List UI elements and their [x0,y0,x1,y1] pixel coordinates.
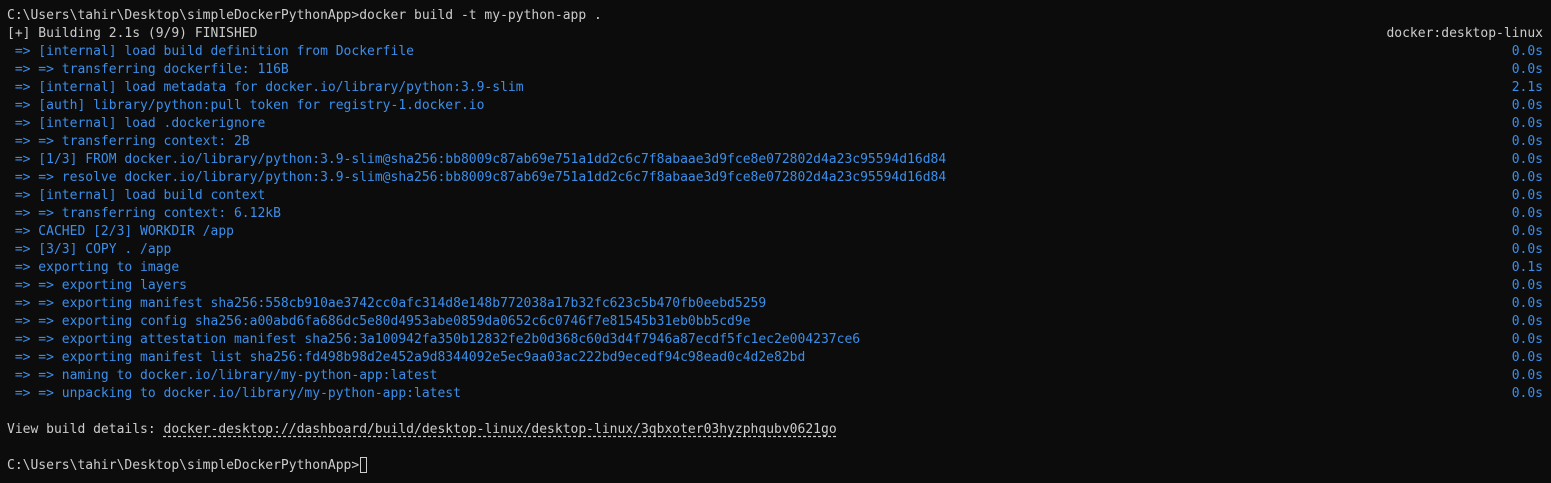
build-step-text: => [3/3] COPY . /app [7,242,172,257]
build-step-row: => => transferring context: 2B 0.0s [7,133,1543,151]
build-step-time: 0.0s [1511,98,1543,113]
build-step-text: => => exporting config sha256:a00abd6fa6… [7,314,751,329]
build-step-row: => [internal] load .dockerignore 0.0s [7,115,1543,133]
build-step-text: => CACHED [2/3] WORKDIR /app [7,224,234,239]
build-step-time: 0.0s [1511,350,1543,365]
build-step-text: => => transferring dockerfile: 116B [7,62,289,77]
build-step-text: => [1/3] FROM docker.io/library/python:3… [7,152,947,167]
build-step-time: 0.0s [1511,332,1543,347]
final-prompt-line[interactable]: C:\Users\tahir\Desktop\simpleDockerPytho… [7,457,1543,475]
text-cursor [360,457,368,473]
command-line: C:\Users\tahir\Desktop\simpleDockerPytho… [7,7,1543,25]
build-step-text: => => unpacking to docker.io/library/my-… [7,386,461,401]
build-step-time: 0.0s [1511,44,1543,59]
build-status: [+] Building 2.1s (9/9) FINISHED [7,26,258,41]
build-details-line: View build details: docker-desktop://das… [7,421,1543,439]
build-step-row: => [internal] load build definition from… [7,43,1543,61]
build-step-row: => [auth] library/python:pull token for … [7,97,1543,115]
prompt-text: C:\Users\tahir\Desktop\simpleDockerPytho… [7,8,360,23]
build-step-time: 0.0s [1511,368,1543,383]
build-step-row: => => exporting manifest sha256:558cb910… [7,295,1543,313]
build-step-row: => CACHED [2/3] WORKDIR /app 0.0s [7,223,1543,241]
build-step-time: 0.0s [1511,386,1543,401]
build-step-row: => [1/3] FROM docker.io/library/python:3… [7,151,1543,169]
build-step-text: => [auth] library/python:pull token for … [7,98,485,113]
build-step-time: 0.0s [1511,116,1543,131]
build-step-text: => [internal] load .dockerignore [7,116,266,131]
build-step-time: 0.0s [1511,206,1543,221]
build-step-row: => [internal] load metadata for docker.i… [7,79,1543,97]
final-prompt: C:\Users\tahir\Desktop\simpleDockerPytho… [7,458,360,473]
build-step-time: 2.1s [1511,80,1543,95]
build-step-text: => => exporting layers [7,278,188,293]
build-step-row: => => exporting attestation manifest sha… [7,331,1543,349]
command-input: docker build -t my-python-app . [359,8,602,23]
build-step-text: => exporting to image [7,260,180,275]
build-step-time: 0.0s [1511,134,1543,149]
build-step-row: => => exporting manifest list sha256:fd4… [7,349,1543,367]
build-step-text: => => exporting manifest sha256:558cb910… [7,296,767,311]
build-step-time: 0.0s [1511,152,1543,167]
build-step-row: => => exporting config sha256:a00abd6fa6… [7,313,1543,331]
build-step-text: => [internal] load build definition from… [7,44,414,59]
build-step-time: 0.1s [1511,260,1543,275]
build-step-text: => => transferring context: 6.12kB [7,206,281,221]
build-step-time: 0.0s [1511,224,1543,239]
build-step-text: => => naming to docker.io/library/my-pyt… [7,368,438,383]
build-step-row: => => transferring dockerfile: 116B 0.0s [7,61,1543,79]
build-step-row: => exporting to image 0.1s [7,259,1543,277]
command-text: C:\Users\tahir\Desktop\simpleDockerPytho… [7,7,602,25]
build-context: docker:desktop-linux [1386,26,1543,41]
build-step-time: 0.0s [1511,242,1543,257]
build-header: [+] Building 2.1s (9/9) FINISHED docker:… [7,25,1543,43]
build-step-time: 0.0s [1511,314,1543,329]
build-step-row: => => unpacking to docker.io/library/my-… [7,385,1543,403]
build-step-text: => [internal] load build context [7,188,266,203]
build-step-row: => => naming to docker.io/library/my-pyt… [7,367,1543,385]
build-step-time: 0.0s [1511,296,1543,311]
build-step-text: => [internal] load metadata for docker.i… [7,80,524,95]
build-step-text: => => resolve docker.io/library/python:3… [7,170,947,185]
terminal-window[interactable]: C:\Users\tahir\Desktop\simpleDockerPytho… [0,0,1551,483]
build-step-text: => => exporting attestation manifest sha… [7,332,861,347]
build-step-row: => => exporting layers 0.0s [7,277,1543,295]
build-details-label: View build details: [7,422,164,437]
build-step-row: => => transferring context: 6.12kB 0.0s [7,205,1543,223]
build-step-time: 0.0s [1511,188,1543,203]
build-step-row: => [3/3] COPY . /app 0.0s [7,241,1543,259]
build-step-time: 0.0s [1511,170,1543,185]
build-step-time: 0.0s [1511,278,1543,293]
build-details-link[interactable]: docker-desktop://dashboard/build/desktop… [164,421,837,439]
build-step-text: => => transferring context: 2B [7,134,250,149]
build-step-row: => [internal] load build context 0.0s [7,187,1543,205]
build-step-row: => => resolve docker.io/library/python:3… [7,169,1543,187]
build-step-time: 0.0s [1511,62,1543,77]
build-step-text: => => exporting manifest list sha256:fd4… [7,350,806,365]
